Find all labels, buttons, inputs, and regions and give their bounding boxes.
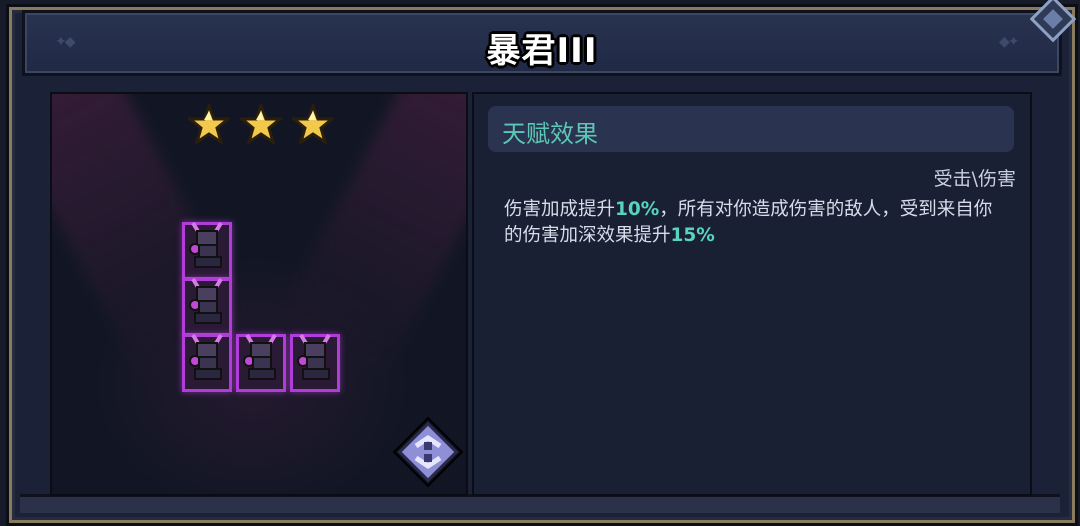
talent-tag: 受击\伤害 xyxy=(933,168,1016,190)
unit-cell xyxy=(236,333,286,392)
talent-panel: 天赋效果 受击\伤害 伤害加成提升10%，所有对你造成伤害的敌人，受到来自你的伤… xyxy=(472,92,1032,496)
unit-cell xyxy=(290,333,340,392)
desc-text-1: 伤害加成提升 xyxy=(504,199,616,220)
unit-cell xyxy=(182,221,232,280)
unit-cell xyxy=(182,277,232,336)
desc-value-1: 10% xyxy=(615,199,660,220)
star-rating xyxy=(188,104,334,144)
demon-turret-icon xyxy=(189,277,223,324)
talent-header-label: 天赋效果 xyxy=(502,120,598,148)
demon-turret-icon xyxy=(189,333,223,380)
talent-header: 天赋效果 xyxy=(488,106,1014,152)
demon-turret-icon xyxy=(243,333,277,380)
star-icon xyxy=(240,104,282,144)
unit-shape-grid xyxy=(182,221,346,396)
demon-turret-icon xyxy=(189,221,223,268)
demon-turret-icon xyxy=(297,333,331,380)
star-icon xyxy=(292,104,334,144)
title-bar: ✦◆ ◆✦ 暴君III xyxy=(22,10,1062,76)
page-title: 暴君III xyxy=(486,31,598,71)
corner-gem-icon xyxy=(1030,0,1076,43)
talent-description: 伤害加成提升10%，所有对你造成伤害的敌人，受到来自你的伤害加深效果提升15% xyxy=(504,197,1004,249)
bottom-rim xyxy=(20,494,1060,513)
unit-cell xyxy=(182,333,232,392)
rotate-arrows-icon[interactable] xyxy=(386,410,470,494)
star-icon xyxy=(188,104,230,144)
desc-value-2: 15% xyxy=(670,225,715,246)
